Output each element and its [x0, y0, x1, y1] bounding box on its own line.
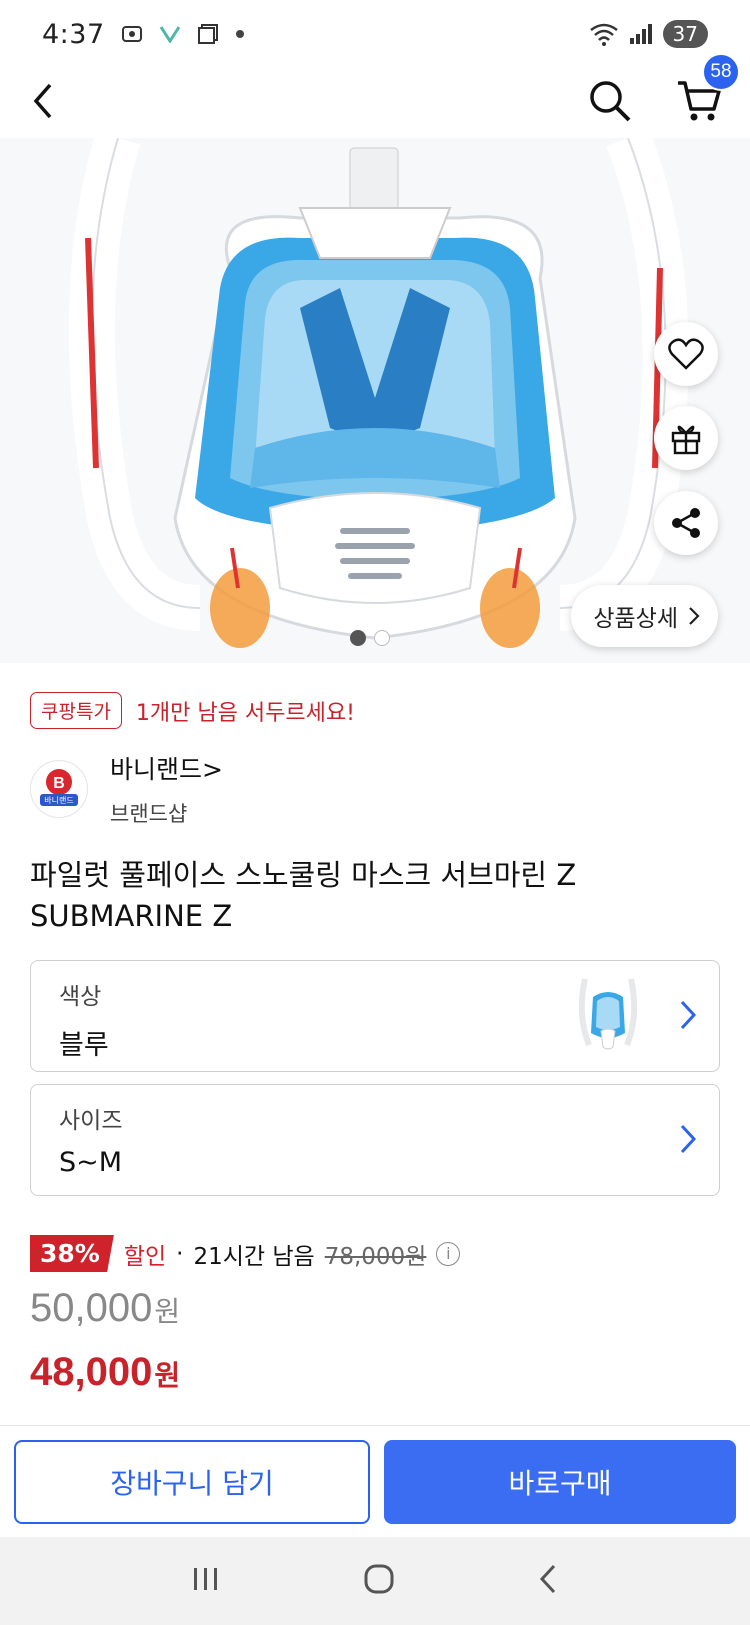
purchase-action-bar: 장바구니 담기 바로구매	[0, 1425, 750, 1537]
wishlist-button[interactable]	[654, 322, 718, 386]
product-title: 파일럿 풀페이스 스노쿨링 마스크 서브마린 Z SUBMARINE Z	[30, 858, 577, 933]
sale-price: 48,000원	[30, 1350, 180, 1395]
gift-icon	[671, 425, 701, 455]
recent-apps-icon	[194, 1568, 218, 1590]
back-button[interactable]	[28, 81, 58, 125]
v-app-icon	[159, 25, 181, 43]
gift-button[interactable]	[654, 406, 718, 470]
option-thumbnail	[578, 978, 638, 1050]
original-price: 78,000원	[324, 1243, 427, 1270]
cart-button[interactable]: 58	[676, 53, 740, 127]
search-button[interactable]	[588, 79, 632, 127]
carousel-dots	[350, 630, 390, 646]
discount-badge: 38%	[30, 1235, 114, 1272]
chevron-right-icon	[680, 1000, 697, 1030]
base-price: 50,000원	[30, 1286, 180, 1331]
app-header: 58	[0, 53, 750, 138]
size-option-selector[interactable]: 사이즈 S~M	[30, 1084, 720, 1196]
home-icon	[364, 1564, 394, 1594]
currency-label: 원	[154, 1360, 181, 1391]
screenshot-icon	[121, 23, 143, 45]
system-back-button[interactable]	[536, 1563, 560, 1599]
back-icon	[539, 1564, 555, 1594]
discount-label: 할인	[123, 1243, 167, 1270]
separator: ·	[176, 1240, 184, 1267]
window-icon	[197, 23, 219, 45]
info-icon[interactable]: i	[436, 1241, 461, 1266]
stock-warning: 1개만 남음 서두르세요!	[135, 700, 355, 726]
brand-logo-icon: B 바니랜드	[40, 769, 78, 806]
svg-text:B: B	[53, 775, 65, 792]
status-bar: 4:37 37	[0, 0, 750, 68]
chevron-right-icon	[689, 607, 700, 625]
buy-now-button[interactable]: 바로구매	[384, 1439, 736, 1524]
heart-icon	[668, 338, 704, 370]
notification-dot-icon	[235, 29, 245, 39]
currency-label: 원	[154, 1296, 181, 1327]
time-left: 21시간 남음	[193, 1243, 315, 1270]
promo-row: 쿠팡특가 1개만 남음 서두르세요!	[30, 692, 355, 729]
search-icon	[590, 81, 631, 122]
signal-icon	[629, 23, 653, 45]
seller-info[interactable]: B 바니랜드 바니랜드> 브랜드샵	[30, 750, 223, 828]
seller-logo: B 바니랜드	[30, 760, 88, 818]
share-icon	[672, 508, 700, 538]
home-button[interactable]	[363, 1563, 395, 1599]
product-detail-label: 상품상세	[593, 606, 678, 632]
option-label: 사이즈	[59, 1108, 123, 1134]
sale-price-value: 48,000	[30, 1350, 153, 1394]
cart-count-badge: 58	[702, 53, 740, 91]
promo-tag: 쿠팡특가	[30, 692, 122, 729]
carousel-dot[interactable]	[374, 630, 390, 646]
battery-indicator: 37	[662, 20, 708, 48]
option-value: S~M	[59, 1147, 123, 1178]
product-image-carousel[interactable]: 상품상세	[0, 138, 750, 663]
wifi-icon	[589, 22, 619, 46]
add-to-cart-button[interactable]: 장바구니 담기	[14, 1439, 370, 1524]
carousel-dot[interactable]	[350, 630, 366, 646]
recent-apps-button[interactable]	[190, 1565, 222, 1597]
discount-row: 38% 할인 · 21시간 남음 78,000원 i	[30, 1235, 461, 1272]
color-option-selector[interactable]: 색상 블루	[30, 960, 720, 1072]
share-button[interactable]	[654, 491, 718, 555]
seller-name[interactable]: 바니랜드>	[110, 750, 223, 786]
system-nav-bar	[0, 1537, 750, 1625]
svg-text:바니랜드: 바니랜드	[44, 795, 73, 805]
base-price-value: 50,000	[30, 1286, 153, 1330]
product-detail-button[interactable]: 상품상세	[571, 585, 718, 647]
back-arrow-icon	[33, 83, 52, 119]
status-time: 4:37	[42, 18, 105, 50]
chevron-right-icon	[680, 1124, 697, 1154]
seller-type: 브랜드샵	[110, 802, 188, 826]
